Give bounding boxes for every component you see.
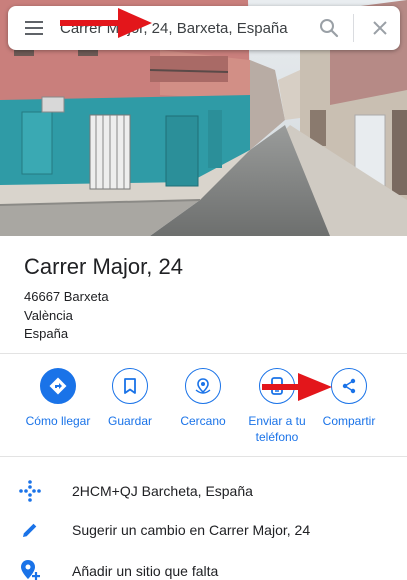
action-buttons: Cómo llegar Guardar Cercano Enviar a tu … [0, 368, 407, 448]
address-country: España [24, 326, 69, 341]
hamburger-menu-icon[interactable] [8, 6, 60, 50]
edit-pencil-icon [0, 521, 72, 539]
place-address: 46667 Barxeta València España [24, 288, 394, 344]
share-icon [331, 368, 367, 404]
search-bar[interactable]: Carrer Major, 24, Barxeta, España [8, 6, 400, 50]
save-label: Guardar [107, 414, 153, 428]
divider-top [0, 353, 407, 354]
place-title: Carrer Major, 24 [24, 254, 183, 279]
add-place-icon [0, 559, 72, 580]
suggest-edit-text: Sugerir un cambio en Carrer Major, 24 [72, 522, 311, 538]
phone-icon [259, 368, 295, 404]
nearby-label: Cercano [180, 414, 226, 428]
address-postal-city: 46667 Barxeta [24, 289, 109, 304]
add-place-row[interactable]: Añadir un sitio que falta [0, 551, 407, 580]
nearby-button[interactable]: Cercano [165, 368, 241, 429]
plus-code-text: 2HCM+QJ Barcheta, España [72, 483, 253, 499]
plus-code-row[interactable]: 2HCM+QJ Barcheta, España [0, 471, 407, 511]
plus-code-icon [0, 479, 72, 503]
nearby-icon [185, 368, 221, 404]
bookmark-icon [112, 368, 148, 404]
divider-bottom [0, 456, 407, 457]
close-icon[interactable] [360, 6, 400, 50]
directions-icon [40, 368, 76, 404]
share-button[interactable]: Compartir [311, 368, 387, 429]
search-icon[interactable] [311, 6, 347, 50]
send-to-phone-button[interactable]: Enviar a tu teléfono [239, 368, 315, 445]
place-header: Carrer Major, 24 46667 Barxeta València … [24, 253, 394, 344]
search-input[interactable]: Carrer Major, 24, Barxeta, España [60, 20, 311, 37]
directions-label: Cómo llegar [25, 414, 91, 428]
send-to-phone-label: Enviar a tu teléfono [248, 414, 306, 444]
address-region: València [24, 307, 73, 323]
save-button[interactable]: Guardar [92, 368, 168, 429]
search-separator [353, 14, 354, 42]
directions-button[interactable]: Cómo llegar [20, 368, 96, 429]
add-place-text: Añadir un sitio que falta [72, 563, 219, 579]
share-label: Compartir [322, 414, 376, 428]
suggest-edit-row[interactable]: Sugerir un cambio en Carrer Major, 24 [0, 510, 407, 550]
